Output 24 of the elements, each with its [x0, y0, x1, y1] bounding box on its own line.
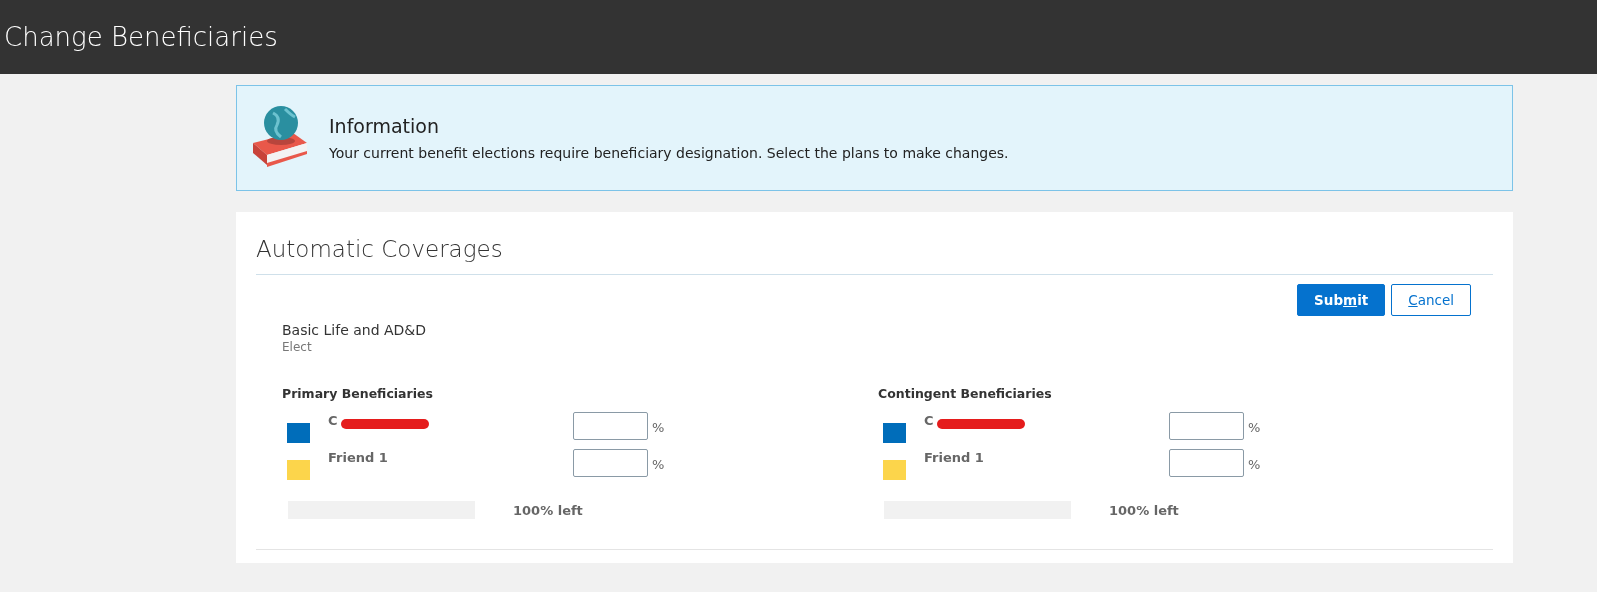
page-title: Change Beneficiaries — [4, 22, 278, 52]
plan-name: Basic Life and AD&D — [282, 322, 428, 338]
allocation-reading: 100% left — [1109, 502, 1179, 518]
beneficiary-name: Friend 1 — [924, 450, 984, 465]
percent-sign: % — [1248, 457, 1261, 472]
percent-field[interactable] — [573, 411, 648, 440]
percent-sign: % — [1248, 420, 1261, 435]
group-heading: Primary Beneficiaries — [282, 386, 434, 401]
allocation-reading: 100% left — [513, 502, 583, 518]
percent-sign: % — [652, 457, 665, 472]
percent-sign: % — [652, 420, 665, 435]
beneficiary-name: Friend 1 — [328, 450, 388, 465]
plan-status: Elect — [282, 340, 313, 354]
percent-field[interactable] — [1169, 448, 1244, 477]
section-title: Automatic Coverages — [256, 236, 1493, 275]
percent-field[interactable] — [573, 448, 648, 477]
group-heading: Contingent Beneficiaries — [878, 386, 1053, 401]
info-title: Information — [329, 115, 440, 137]
beneficiary-name: C — [924, 413, 934, 428]
info-message: Your current benefit elections require beneficiary designation. Select the plans to make changes. — [329, 145, 1009, 161]
percent-field[interactable] — [1169, 411, 1244, 440]
beneficiary-name: C — [328, 413, 338, 428]
submit-button[interactable]: Submit — [1297, 284, 1386, 316]
cancel-button[interactable]: Cancel — [1391, 284, 1471, 316]
